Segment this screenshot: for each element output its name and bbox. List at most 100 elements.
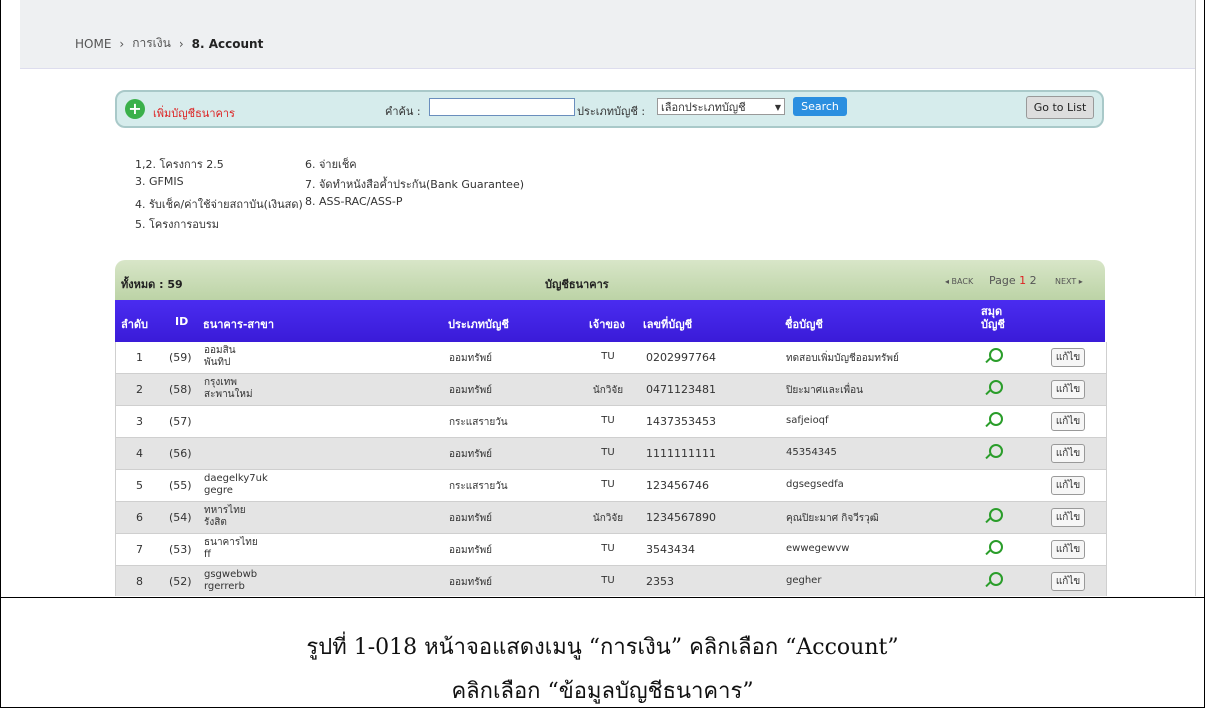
cell-no: 6 [136,511,143,524]
header-no: ลำดับ [121,318,149,331]
table-row: 7 (53) ธนาคารไทย ff ออมทรัพย์ TU 3543434 ewwege… [116,534,1106,566]
cell-acc-no: 0202997764 [646,351,716,364]
search-bar: + เพิ่มบัญชีธนาคาร คำค้น : ประเภทบัญชี :… [115,90,1104,128]
edit-button[interactable]: แก้ไข [1051,476,1085,495]
cell-id: (59) [169,351,192,364]
edit-button[interactable]: แก้ไข [1051,380,1085,399]
cell-bank-name: ออมสิน [204,345,236,356]
cell-owner: TU [601,479,615,490]
account-table: ทั้งหมด : 59 บัญชีธนาคาร ◂ BACK Page 1 2… [115,260,1107,596]
cell-type: ออมทรัพย์ [449,513,493,524]
go-to-list-button[interactable]: Go to List [1026,96,1094,119]
cell-bank: ออมสิน พันทิป [204,345,236,369]
cell-bank-name: ธนาคารไทย [204,537,258,548]
cell-owner: TU [601,543,615,554]
page-current[interactable]: 1 [1019,274,1026,287]
header-acc-no: เลขที่บัญชี [643,318,693,331]
legend-item: 4. รับเช็ค/ค่าใช้จ่ายสถาบัน(เงินสด) [135,198,303,211]
figure-caption: รูปที่ 1-018 หน้าจอแสดงเมนู “การเงิน” คล… [306,635,899,660]
edit-button[interactable]: แก้ไข [1051,412,1085,431]
search-button[interactable]: Search [793,97,847,116]
back-link[interactable]: ◂ BACK [945,277,973,286]
plus-circle-icon[interactable]: + [125,99,145,119]
cell-id: (54) [169,511,192,524]
breadcrumb-separator: › [119,36,125,51]
cell-no: 4 [136,447,143,460]
magnifier-icon[interactable] [984,411,1003,429]
table-toolbar: ทั้งหมด : 59 บัญชีธนาคาร ◂ BACK Page 1 2… [115,260,1105,300]
table-row: 3 (57) กระแสรายวัน TU 1437353453 safjeioqf แก้… [116,406,1106,438]
cell-id: (56) [169,447,192,460]
cell-acc-no: 1437353453 [646,415,716,428]
cell-bank-branch: พันทิป [204,357,231,368]
table-body: 1 (59) ออมสิน พันทิป ออมทรัพย์ TU 0202997764 ทด… [115,342,1107,596]
header-book: สมุด บัญชี [981,305,1005,331]
main-content: + เพิ่มบัญชีธนาคาร คำค้น : ประเภทบัญชี :… [62,70,1122,596]
edit-button[interactable]: แก้ไข [1051,508,1085,527]
cell-owner: นักวิจัย [592,513,624,524]
table-row: 5 (55) daegelky7uk gegre กระแสรายวัน TU 123456… [116,470,1106,502]
header-id: ID [175,315,189,328]
cell-acc-no: 2353 [646,575,674,588]
magnifier-icon[interactable] [984,571,1003,589]
breadcrumb: HOME › การเงิน › 8. Account [75,34,263,53]
cell-acc-name: 45354345 [786,447,837,458]
account-type-label: ประเภทบัญชี : [577,105,646,118]
breadcrumb-finance[interactable]: การเงิน [132,34,171,53]
magnifier-icon[interactable] [984,539,1003,557]
table-header: ลำดับ ID ธนาคาร-สาขา ประเภทบัญชี เจ้าของ… [115,300,1105,342]
cell-acc-name: safjeioqf [786,415,829,426]
add-account-link[interactable]: เพิ่มบัญชีธนาคาร [153,104,235,122]
cell-acc-no: 1234567890 [646,511,716,524]
edit-button[interactable]: แก้ไข [1051,444,1085,463]
cell-acc-name: dgsegsedfa [786,479,844,490]
magnifier-icon[interactable] [984,507,1003,525]
cell-bank-name: กรุงเทพ [204,377,237,388]
table-row: 6 (54) ทหารไทย รังสิต ออมทรัพย์ นักวิจัย 12345… [116,502,1106,534]
pagination: Page 1 2 [989,274,1037,287]
edit-button[interactable]: แก้ไข [1051,572,1085,591]
account-type-select[interactable]: เลือกประเภทบัญชี ▼ [657,98,785,115]
cell-bank: daegelky7uk gegre [204,473,268,497]
table-title: บัญชีธนาคาร [545,278,609,291]
cell-type: ออมทรัพย์ [449,577,493,588]
breadcrumb-current: 8. Account [191,36,264,51]
account-type-selected: เลือกประเภทบัญชี [661,101,746,114]
cell-bank: ธนาคารไทย ff [204,537,258,561]
cell-owner: TU [601,575,615,586]
header-owner: เจ้าของ [589,318,625,331]
legend-item: 7. จัดทำหนังสือค้ำประกัน(Bank Guarantee) [305,178,525,191]
magnifier-icon[interactable] [984,379,1003,397]
breadcrumb-home[interactable]: HOME [75,37,111,51]
magnifier-icon[interactable] [984,347,1003,365]
cell-type: กระแสรายวัน [449,417,508,428]
cell-type: ออมทรัพย์ [449,545,493,556]
cell-type: ออมทรัพย์ [449,385,493,396]
cell-no: 2 [136,383,143,396]
cell-no: 8 [136,575,143,588]
cell-no: 5 [136,479,143,492]
next-link[interactable]: NEXT ▸ [1055,277,1083,286]
cell-owner: TU [601,447,615,458]
cell-owner: นักวิจัย [592,385,624,396]
keyword-input[interactable] [429,98,575,116]
magnifier-icon[interactable] [984,443,1003,461]
cell-acc-name: ปิยะมาศและเพื่อน [786,385,863,396]
cell-id: (57) [169,415,192,428]
cell-owner: TU [601,415,615,426]
cell-acc-name: คุณปิยะมาศ กิจวีรวุฒิ [786,513,879,524]
cell-type: ออมทรัพย์ [449,449,493,460]
legend-item: 6. จ่ายเช็ค [305,158,357,171]
cell-type: กระแสรายวัน [449,481,508,492]
page-label: Page [989,274,1016,287]
legend-item: 1,2. โครงการ 2.5 [135,158,224,171]
edit-button[interactable]: แก้ไข [1051,540,1085,559]
cell-type: ออมทรัพย์ [449,353,493,364]
cell-acc-no: 3543434 [646,543,695,556]
page-link[interactable]: 2 [1030,274,1037,287]
cell-bank-name: gsgwebwb [204,569,258,580]
edit-button[interactable]: แก้ไข [1051,348,1085,367]
breadcrumb-bar: HOME › การเงิน › 8. Account [20,0,1195,69]
cell-acc-name: ทดสอบเพิ่มบัญชีออมทรัพย์ [786,353,899,364]
caption-divider [0,597,1205,598]
